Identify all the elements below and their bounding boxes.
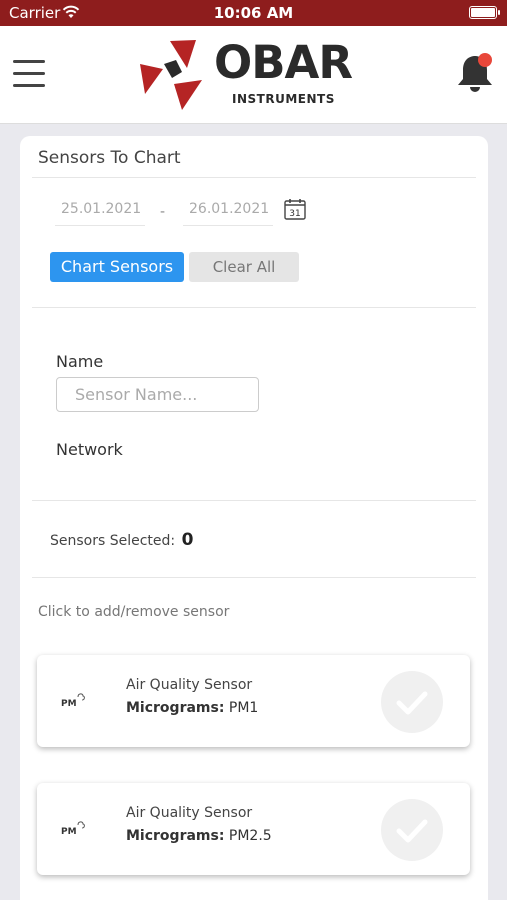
air-quality-pm-icon: PM <box>61 821 85 837</box>
menu-line-icon <box>13 60 45 63</box>
menu-line-icon <box>13 72 45 75</box>
sensor-title: Air Quality Sensor <box>126 677 253 693</box>
name-label: Name <box>56 352 104 371</box>
select-sensor-toggle[interactable] <box>381 671 443 733</box>
status-bar: Carrier 10:06 AM <box>0 0 507 26</box>
sensor-card[interactable]: PM Air Quality Sensor Micrograms: PM2.5 <box>37 783 470 875</box>
clock: 10:06 AM <box>213 4 294 22</box>
network-label: Network <box>56 440 123 459</box>
divider <box>32 577 476 578</box>
menu-line-icon <box>13 84 45 87</box>
sensors-chart-panel: Sensors To Chart 25.01.2021 - 26.01.2021… <box>20 136 488 900</box>
start-date-input[interactable]: 25.01.2021 <box>55 198 145 226</box>
obar-logo: OBAR INSTRUMENTS <box>138 36 370 112</box>
sensor-title: Air Quality Sensor <box>126 805 253 821</box>
app-header: OBAR INSTRUMENTS <box>0 26 507 124</box>
checkmark-icon <box>396 819 428 843</box>
sensor-measurement: Micrograms: PM1 <box>126 700 258 716</box>
sensors-selected-label: Sensors Selected: <box>50 533 176 549</box>
hamburger-menu-button[interactable] <box>13 60 45 88</box>
clear-all-button[interactable]: Clear All <box>189 252 299 282</box>
divider <box>32 177 476 178</box>
sensor-name-input[interactable]: Sensor Name... <box>56 377 259 412</box>
sensor-measurement: Micrograms: PM2.5 <box>126 828 272 844</box>
notification-badge <box>478 53 492 67</box>
calendar-icon[interactable]: 31 <box>284 198 306 220</box>
select-sensor-toggle[interactable] <box>381 799 443 861</box>
air-quality-pm-icon: PM <box>61 693 85 709</box>
divider <box>32 307 476 308</box>
divider <box>32 500 476 501</box>
logo-wordmark: OBAR <box>214 36 353 89</box>
sensors-selected-count: 0 <box>181 530 194 550</box>
sensor-unit-label: Micrograms: <box>126 700 225 716</box>
end-date-input[interactable]: 26.01.2021 <box>183 198 273 226</box>
panel-title: Sensors To Chart <box>38 148 181 168</box>
calendar-day: 31 <box>289 209 300 219</box>
pm-icon-text: PM <box>61 699 77 709</box>
sensor-card[interactable]: PM Air Quality Sensor Micrograms: PM1 <box>37 655 470 747</box>
sensors-selected-summary: Sensors Selected: 0 <box>50 530 193 550</box>
sensor-value: PM1 <box>228 700 259 716</box>
sensor-value: PM2.5 <box>228 828 272 844</box>
pm-icon-text: PM <box>61 827 77 837</box>
logo-subtitle: INSTRUMENTS <box>232 92 335 106</box>
battery-icon <box>469 6 500 19</box>
sensor-unit-label: Micrograms: <box>126 828 225 844</box>
add-remove-hint: Click to add/remove sensor <box>38 604 230 620</box>
logo-mark-icon <box>140 40 202 110</box>
date-separator: - <box>160 204 166 220</box>
notification-bell-icon[interactable] <box>455 50 497 94</box>
checkmark-icon <box>396 691 428 715</box>
chart-sensors-button[interactable]: Chart Sensors <box>50 252 184 282</box>
